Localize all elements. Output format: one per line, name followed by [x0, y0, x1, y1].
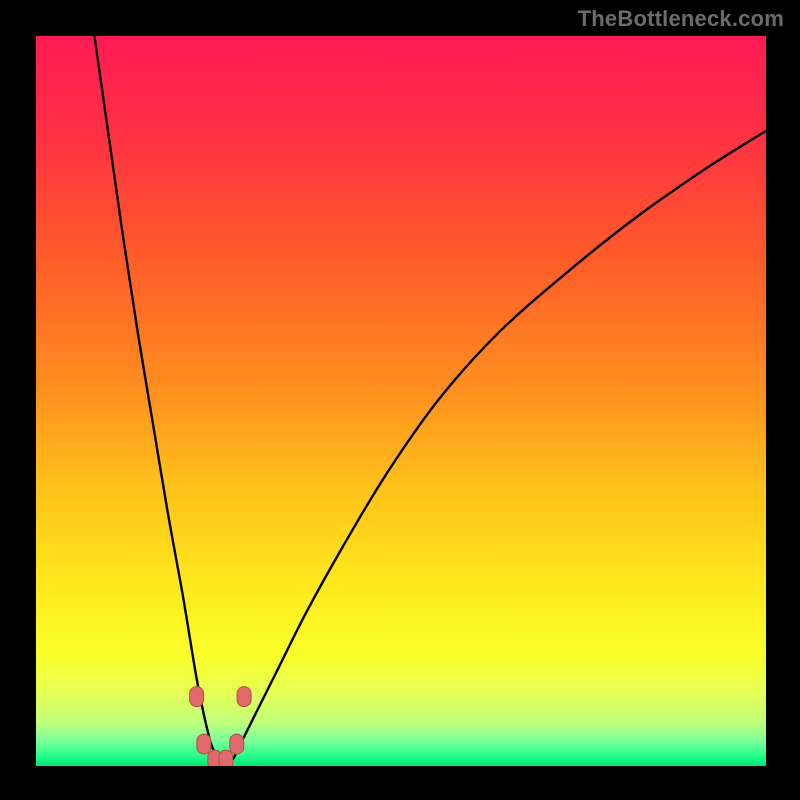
plot-overlay: [36, 36, 766, 766]
curve-marker: [219, 750, 233, 766]
watermark-text: TheBottleneck.com: [578, 6, 784, 32]
bottleneck-curve: [94, 36, 766, 762]
chart-frame: TheBottleneck.com: [0, 0, 800, 800]
curve-markers: [190, 687, 251, 766]
curve-marker: [190, 687, 204, 707]
curve-marker: [197, 734, 211, 754]
curve-marker: [237, 687, 251, 707]
curve-marker: [230, 734, 244, 754]
plot-area: [36, 36, 766, 766]
